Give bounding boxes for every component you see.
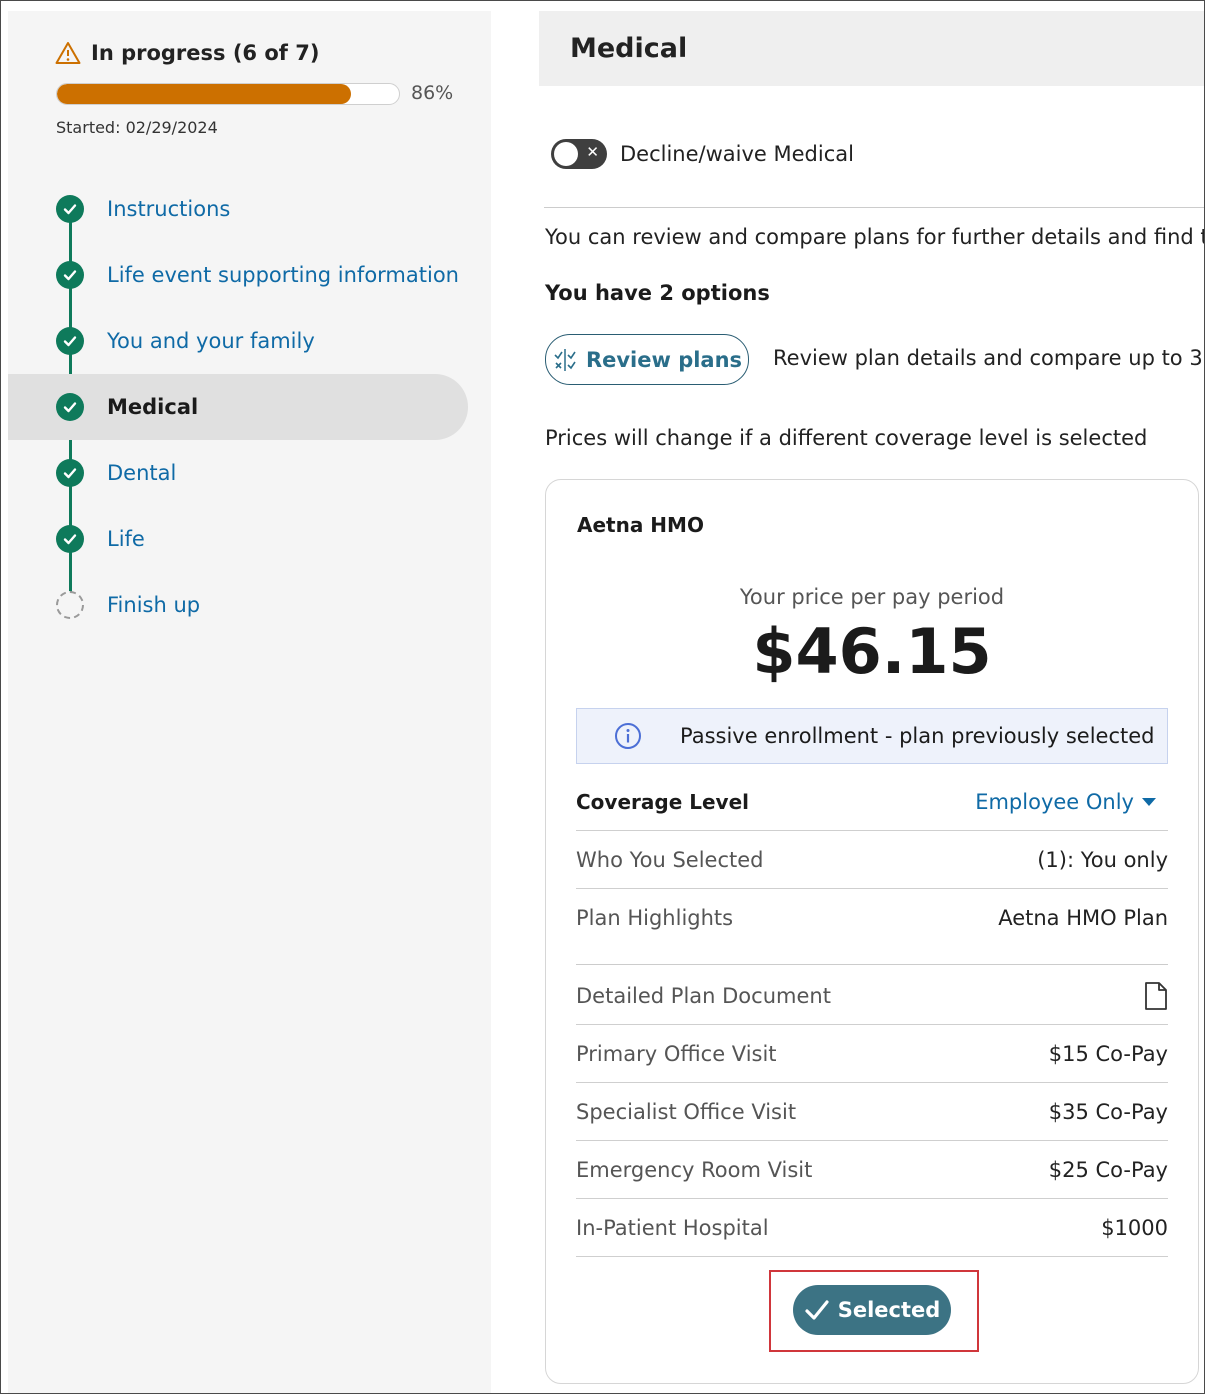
step-you-and-family[interactable]: You and your family bbox=[8, 308, 468, 374]
divider bbox=[576, 964, 1168, 965]
review-plans-button[interactable]: Review plans bbox=[545, 334, 749, 385]
plan-price: $46.15 bbox=[752, 615, 992, 688]
step-label: Finish up bbox=[107, 593, 201, 617]
detail-label: Plan Highlights bbox=[576, 905, 734, 930]
document-icon[interactable] bbox=[1144, 981, 1168, 1010]
step-label: Life bbox=[107, 527, 145, 551]
review-plans-label: Review plans bbox=[585, 347, 743, 372]
chevron-down-icon bbox=[1142, 797, 1156, 806]
step-label: Life event supporting information bbox=[107, 263, 459, 287]
app-window: In progress (6 of 7) 86% Started: 02/29/… bbox=[0, 0, 1205, 1394]
review-plans-description: Review plan details and compare up to 3 … bbox=[773, 346, 1205, 370]
check-circle-icon bbox=[56, 261, 84, 289]
step-medical[interactable]: Medical bbox=[8, 374, 468, 440]
detail-label: Emergency Room Visit bbox=[576, 1157, 813, 1182]
checkmark-icon bbox=[805, 1300, 829, 1320]
detail-row-primary-visit: Primary Office Visit $15 Co-Pay bbox=[576, 1025, 1168, 1083]
compare-icon bbox=[554, 348, 576, 371]
step-dental[interactable]: Dental bbox=[8, 440, 468, 506]
progress-bar-fill bbox=[57, 84, 352, 104]
step-label: Medical bbox=[107, 395, 199, 419]
check-circle-icon bbox=[56, 195, 84, 223]
detail-label: Specialist Office Visit bbox=[576, 1099, 797, 1124]
detail-row-plan-highlights: Plan Highlights Aetna HMO Plan bbox=[576, 889, 1168, 946]
progress-bar bbox=[56, 83, 400, 105]
step-label: Instructions bbox=[107, 197, 231, 221]
detail-value: $1000 bbox=[1101, 1215, 1168, 1240]
price-caption: Your price per pay period bbox=[739, 585, 1005, 609]
detail-value: Aetna HMO Plan bbox=[998, 905, 1168, 930]
selected-button[interactable]: Selected bbox=[793, 1285, 951, 1335]
detail-row-specialist-visit: Specialist Office Visit $35 Co-Pay bbox=[576, 1083, 1168, 1141]
step-finish-up[interactable]: Finish up bbox=[8, 572, 468, 638]
step-life-event-info[interactable]: Life event supporting information bbox=[8, 242, 468, 308]
step-label: Dental bbox=[107, 461, 177, 485]
plan-name: Aetna HMO bbox=[577, 513, 704, 537]
dashed-circle-icon bbox=[56, 591, 84, 619]
started-date: Started: 02/29/2024 bbox=[56, 118, 218, 137]
detail-row-plan-document: Detailed Plan Document bbox=[576, 967, 1168, 1025]
detail-row-who-selected: Who You Selected (1): You only bbox=[576, 831, 1168, 889]
progress-status: In progress (6 of 7) bbox=[55, 41, 319, 65]
intro-text: You can review and compare plans for fur… bbox=[545, 225, 1205, 249]
step-life[interactable]: Life bbox=[8, 506, 468, 572]
divider bbox=[544, 207, 1204, 208]
page-title: Medical bbox=[570, 33, 688, 64]
options-count: You have 2 options bbox=[545, 281, 770, 305]
toggle-knob bbox=[554, 142, 578, 166]
coverage-level-select[interactable]: Employee Only bbox=[975, 790, 1156, 814]
detail-value: $15 Co-Pay bbox=[1048, 1041, 1168, 1066]
detail-label: Primary Office Visit bbox=[576, 1041, 777, 1066]
coverage-level-value: Employee Only bbox=[975, 789, 1134, 814]
info-text: Passive enrollment - plan previously sel… bbox=[680, 724, 1155, 748]
step-instructions[interactable]: Instructions bbox=[8, 176, 468, 242]
decline-toggle[interactable]: ✕ bbox=[551, 139, 607, 169]
warning-icon bbox=[55, 42, 81, 64]
detail-row-inpatient-hospital: In-Patient Hospital $1000 bbox=[576, 1199, 1168, 1257]
detail-label: Who You Selected bbox=[576, 847, 764, 872]
check-circle-icon bbox=[56, 459, 84, 487]
close-icon: ✕ bbox=[586, 143, 599, 161]
detail-label: Detailed Plan Document bbox=[576, 983, 831, 1008]
coverage-level-label: Coverage Level bbox=[576, 789, 749, 814]
check-circle-icon bbox=[56, 393, 84, 421]
section-header: Medical bbox=[539, 11, 1204, 86]
detail-label: In-Patient Hospital bbox=[576, 1215, 769, 1240]
detail-row-emergency-room: Emergency Room Visit $25 Co-Pay bbox=[576, 1141, 1168, 1199]
detail-value: (1): You only bbox=[1037, 847, 1168, 872]
selected-label: Selected bbox=[837, 1298, 941, 1322]
step-label: You and your family bbox=[107, 329, 315, 353]
status-text: In progress (6 of 7) bbox=[91, 41, 320, 65]
passive-enrollment-banner: Passive enrollment - plan previously sel… bbox=[576, 708, 1168, 764]
coverage-level-row: Coverage Level Employee Only bbox=[576, 773, 1168, 831]
check-circle-icon bbox=[56, 327, 84, 355]
plan-card: Aetna HMO Your price per pay period $46.… bbox=[545, 479, 1199, 1384]
toggle-label: Decline/waive Medical bbox=[620, 142, 854, 166]
detail-value: $25 Co-Pay bbox=[1048, 1157, 1168, 1182]
progress-sidebar: In progress (6 of 7) 86% Started: 02/29/… bbox=[8, 11, 491, 1393]
check-circle-icon bbox=[56, 525, 84, 553]
progress-percent: 86% bbox=[411, 82, 454, 104]
detail-value: $35 Co-Pay bbox=[1048, 1099, 1168, 1124]
info-icon bbox=[615, 723, 641, 749]
prices-note: Prices will change if a different covera… bbox=[545, 426, 1148, 450]
decline-toggle-row: ✕ Decline/waive Medical bbox=[551, 139, 854, 169]
